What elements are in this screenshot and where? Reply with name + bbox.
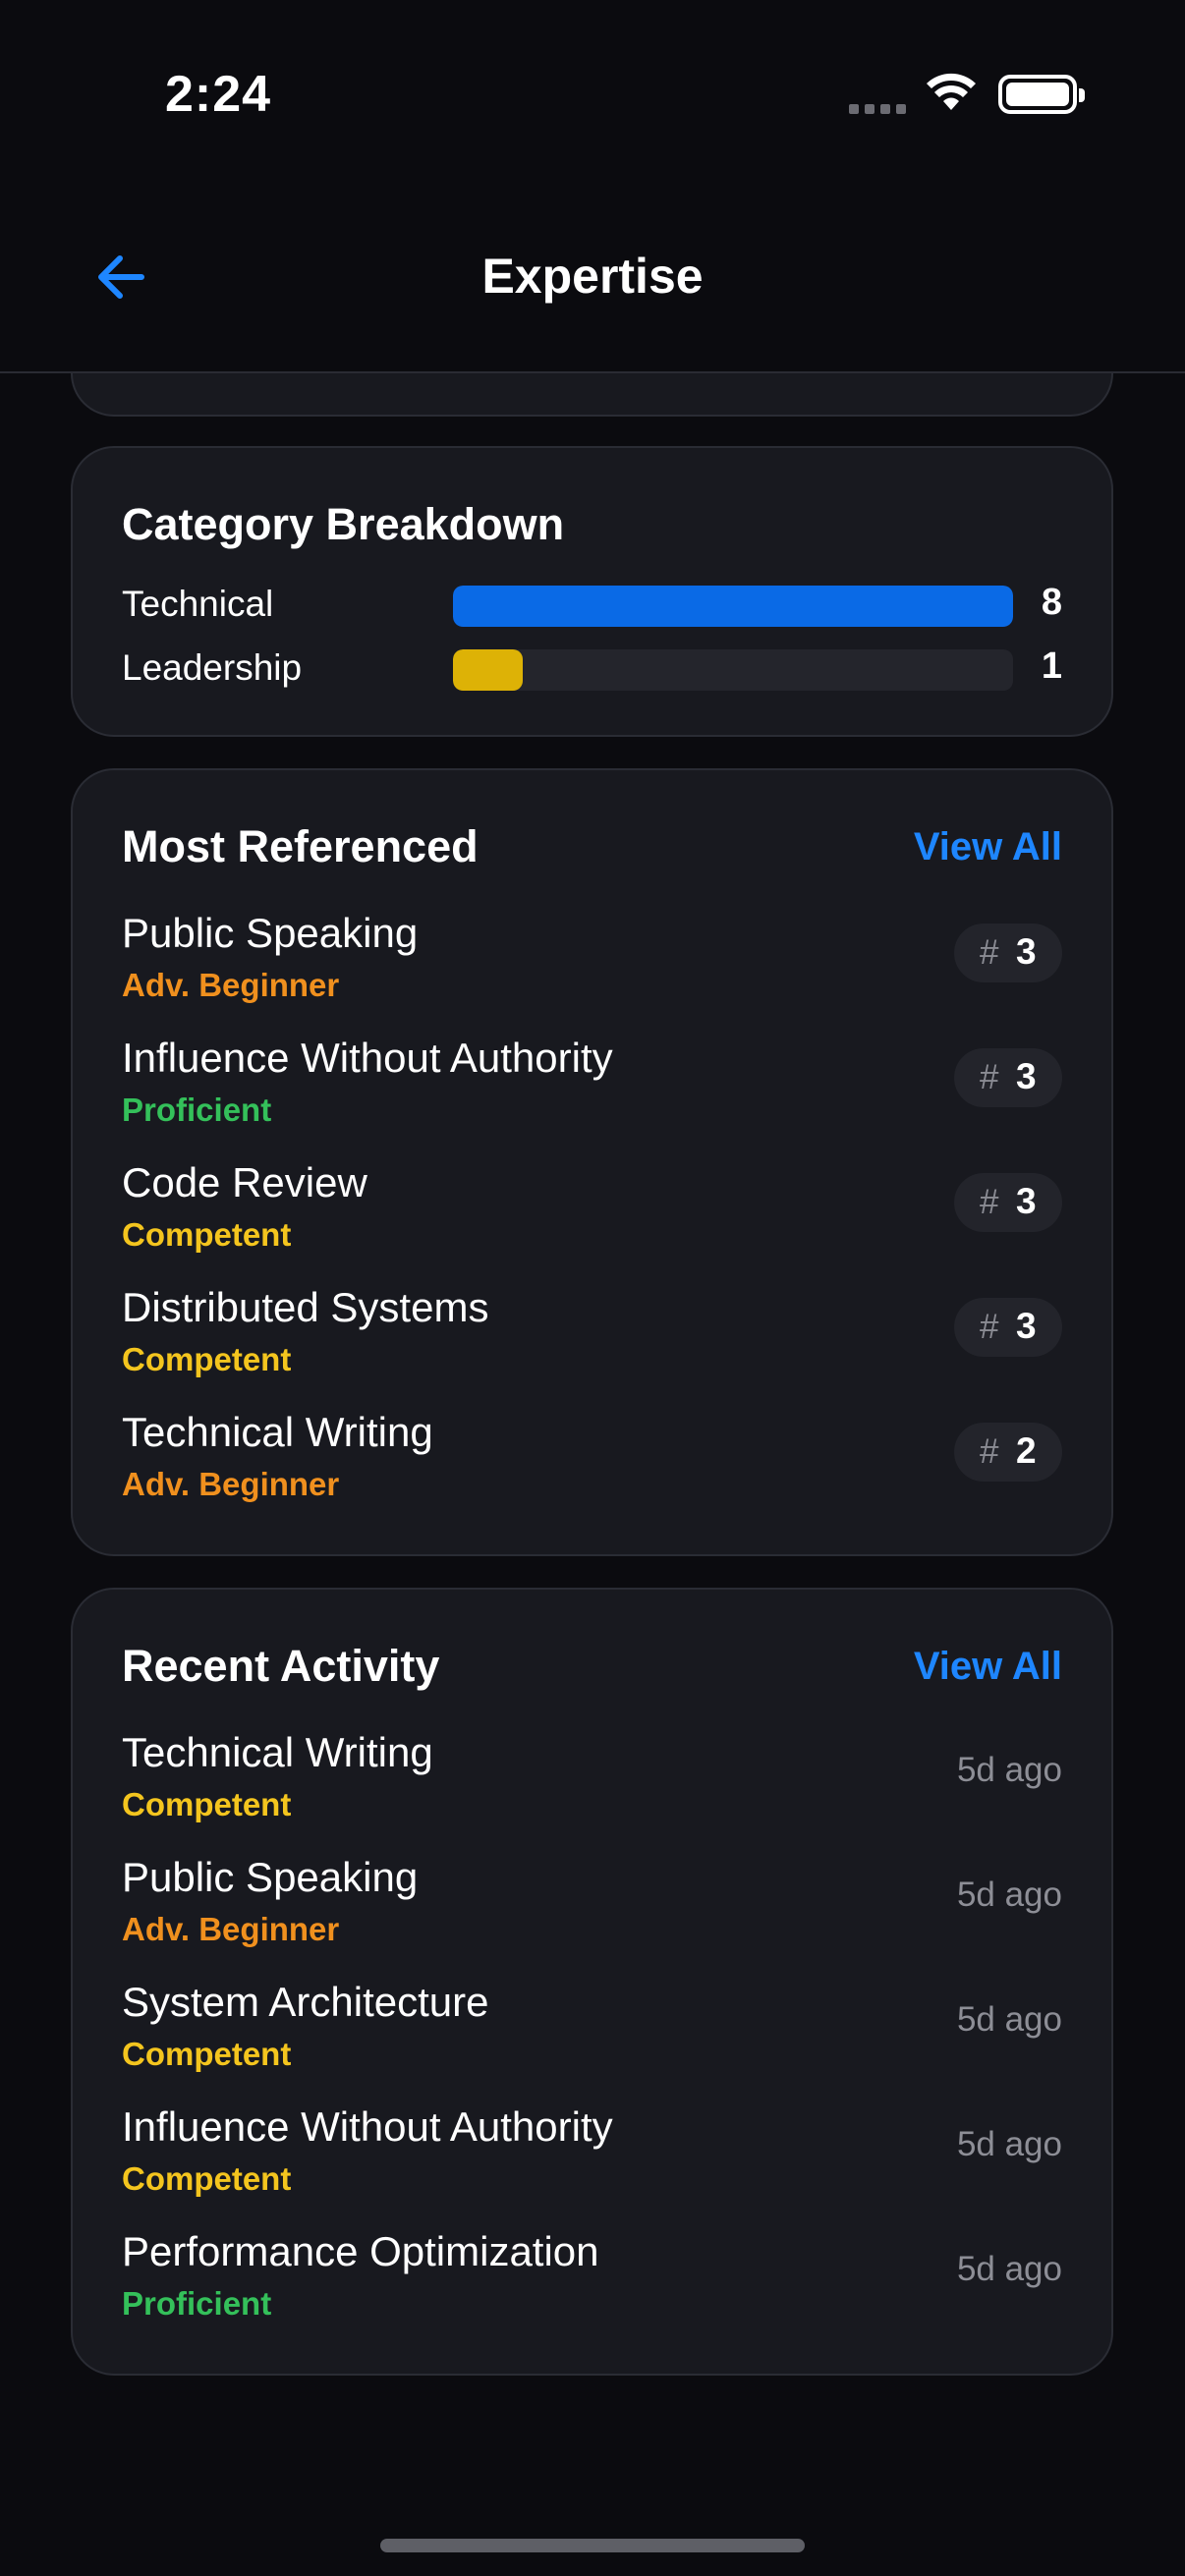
category-bar-fill: [453, 586, 1013, 627]
activity-timestamp: 5d ago: [956, 2125, 1062, 2163]
hash-icon: #: [980, 1308, 999, 1346]
category-label: Leadership: [122, 647, 303, 688]
battery-icon: [998, 75, 1085, 114]
recent-activity-view-all-link[interactable]: View All: [914, 1645, 1062, 1689]
category-bar-track: [453, 649, 1013, 691]
navigation-bar: Expertise: [0, 196, 1185, 373]
category-row-leadership: Leadership 1: [122, 645, 1062, 693]
category-label: Technical: [122, 584, 274, 624]
category-count: 8: [1041, 582, 1062, 623]
skill-level: Competent: [122, 1341, 292, 1377]
skill-level: Adv. Beginner: [122, 1466, 340, 1502]
skill-level: Proficient: [122, 1092, 272, 1128]
reference-count: 3: [1016, 931, 1037, 972]
reference-count: 2: [1016, 1430, 1037, 1471]
reference-count-badge: # 3: [954, 924, 1062, 982]
activity-timestamp: 5d ago: [956, 2250, 1062, 2288]
reference-count: 3: [1016, 1306, 1037, 1346]
category-bar-track: [453, 586, 1013, 627]
skill-name: Technical Writing: [122, 1409, 433, 1455]
status-time: 2:24: [165, 66, 272, 123]
referenced-item[interactable]: Public Speaking Adv. Beginner # 3: [122, 910, 1062, 1018]
activity-timestamp: 5d ago: [956, 1876, 1062, 1914]
skill-level: Competent: [122, 2160, 292, 2197]
hash-icon: #: [980, 1432, 999, 1471]
skill-name: Influence Without Authority: [122, 1035, 613, 1081]
reference-count-badge: # 3: [954, 1048, 1062, 1107]
hash-icon: #: [980, 1058, 999, 1096]
referenced-item[interactable]: Influence Without Authority Proficient #…: [122, 1035, 1062, 1143]
reference-count: 3: [1016, 1181, 1037, 1221]
referenced-item[interactable]: Technical Writing Adv. Beginner # 2: [122, 1409, 1062, 1517]
home-indicator[interactable]: [380, 2539, 805, 2552]
wifi-icon: [927, 73, 976, 110]
reference-count: 3: [1016, 1056, 1037, 1096]
skill-level: Proficient: [122, 2285, 272, 2322]
skill-name: Public Speaking: [122, 910, 419, 956]
skill-name: System Architecture: [122, 1979, 489, 2025]
reference-count-badge: # 3: [954, 1173, 1062, 1232]
activity-item[interactable]: Public Speaking Adv. Beginner 5d ago: [122, 1854, 1062, 1962]
activity-item[interactable]: Technical Writing Competent 5d ago: [122, 1729, 1062, 1837]
skill-name: Performance Optimization: [122, 2228, 599, 2274]
skill-name: Public Speaking: [122, 1854, 419, 1900]
skill-level: Competent: [122, 1216, 292, 1253]
status-bar: 2:24: [0, 0, 1185, 196]
skill-name: Technical Writing: [122, 1729, 433, 1775]
cellular-signal-icon: [849, 104, 908, 114]
hash-icon: #: [980, 1183, 999, 1221]
skill-level: Adv. Beginner: [122, 967, 340, 1003]
category-count: 1: [1041, 645, 1062, 687]
skill-level: Competent: [122, 2036, 292, 2072]
skill-name: Code Review: [122, 1159, 367, 1205]
activity-item[interactable]: System Architecture Competent 5d ago: [122, 1979, 1062, 2087]
skill-level: Adv. Beginner: [122, 1911, 340, 1947]
skill-level: Competent: [122, 1786, 292, 1822]
page-title: Expertise: [481, 249, 704, 304]
referenced-item[interactable]: Code Review Competent # 3: [122, 1159, 1062, 1267]
category-breakdown-card: Category Breakdown Technical 8 Leadershi…: [71, 446, 1113, 737]
most-referenced-view-all-link[interactable]: View All: [914, 825, 1062, 869]
skill-name: Distributed Systems: [122, 1284, 489, 1330]
skill-name: Influence Without Authority: [122, 2103, 613, 2150]
most-referenced-title: Most Referenced: [122, 821, 479, 871]
activity-item[interactable]: Influence Without Authority Competent 5d…: [122, 2103, 1062, 2212]
reference-count-badge: # 3: [954, 1298, 1062, 1357]
hash-icon: #: [980, 933, 999, 972]
category-row-technical: Technical 8: [122, 582, 1062, 629]
activity-item[interactable]: Performance Optimization Proficient 5d a…: [122, 2228, 1062, 2336]
category-breakdown-title: Category Breakdown: [122, 499, 565, 549]
most-referenced-card: Most Referenced View All Public Speaking…: [71, 768, 1113, 1556]
reference-count-badge: # 2: [954, 1423, 1062, 1482]
recent-activity-title: Recent Activity: [122, 1641, 440, 1691]
activity-timestamp: 5d ago: [956, 2000, 1062, 2039]
activity-timestamp: 5d ago: [956, 1751, 1062, 1789]
referenced-item[interactable]: Distributed Systems Competent # 3: [122, 1284, 1062, 1392]
recent-activity-card: Recent Activity View All Technical Writi…: [71, 1588, 1113, 2376]
category-bar-fill: [453, 649, 524, 691]
